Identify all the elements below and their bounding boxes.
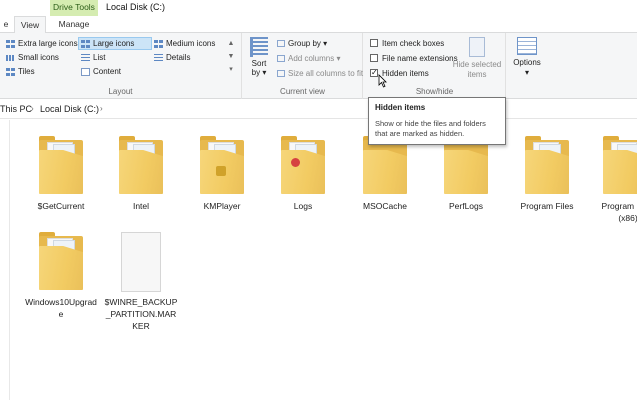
item-label: MSOCache [363,201,407,211]
file-item[interactable]: $WINRE_BACKUP_PARTITION.MARKER [104,232,178,332]
folder-icon [198,136,246,196]
tooltip-title: Hidden items [375,103,426,112]
address-bar[interactable]: This PC › Local Disk (C:) › [0,99,637,119]
options-group: Options ▾ [507,33,547,99]
add-columns-icon [277,55,285,62]
scroll-up-icon[interactable]: ▲ [226,37,236,50]
medium-icons-option[interactable]: Medium icons [152,38,215,51]
extra-large-icons-icon [6,40,15,48]
details-icon [154,54,163,62]
title-bar: Drive Tools Local Disk (C:) [0,0,637,16]
file-icon [117,232,165,292]
file-name-extensions-checkbox[interactable] [370,54,378,62]
options-button[interactable]: Options ▾ [511,37,543,78]
file-name-extensions-toggle[interactable]: File name extensions [370,52,458,66]
item-label: Program Files [520,201,574,211]
tiles-icon [6,68,15,76]
item-label: $GetCurrent [37,201,85,211]
medium-icons-icon [154,40,163,48]
list-option[interactable]: List [79,52,105,65]
breadcrumb-this-pc[interactable]: This PC [0,99,32,119]
folder-item[interactable]: Logs [266,136,340,212]
folder-item[interactable]: KMPlayer [185,136,259,212]
options-icon [517,37,537,55]
layout-group-label: Layout [108,87,133,96]
breadcrumb-chevron-icon[interactable]: › [100,99,103,119]
expand-icon[interactable]: ▾ [226,63,236,76]
folder-item[interactable]: $GetCurrent [24,136,98,212]
tab-manage[interactable]: Manage [50,16,98,33]
folder-icon [601,136,637,196]
show-hide-group: Item check boxes File name extensions ✓ … [364,33,506,99]
hide-selected-icon [469,37,485,57]
current-view-group-label: Current view [280,87,325,96]
current-view-group: Sort by ▾ Group by ▾ Add columns ▾ Size … [243,33,363,99]
folder-item[interactable]: PerfLogs [429,136,503,212]
tab-share-partial[interactable]: e [0,16,12,33]
ribbon: Extra large icons Large icons Medium ico… [0,33,637,99]
size-columns-icon [277,70,285,77]
content-icon [81,68,90,76]
item-label: KMPlayer [203,201,241,211]
size-all-columns-button[interactable]: Size all columns to fit [276,67,363,81]
item-check-boxes-toggle[interactable]: Item check boxes [370,37,444,51]
item-label: $WINRE_BACKUP_PARTITION.MARKER [104,297,178,331]
folder-item[interactable]: Windows10Upgrade [24,232,98,320]
tooltip-body: Show or hide the files and folders that … [375,119,486,138]
kmplayer-badge-icon [216,166,226,176]
folder-item[interactable]: MSOCache [348,136,422,212]
show-hide-group-label: Show/hide [415,87,454,96]
add-columns-button[interactable]: Add columns ▾ [276,52,341,66]
hidden-items-checkbox[interactable]: ✓ [370,69,378,77]
breadcrumb-local-disk[interactable]: Local Disk (C:) [40,99,99,119]
folder-icon [37,136,85,196]
folder-icon [117,136,165,196]
folder-icon [37,232,85,292]
item-check-boxes-checkbox[interactable] [370,39,378,47]
item-label: Program Files (x86) [601,201,637,223]
hide-selected-items-button[interactable]: Hide selected items [452,37,502,80]
ribbon-tabs: e View Manage [0,16,637,34]
list-icon [81,54,90,62]
folder-item[interactable]: Intel [104,136,178,212]
window-title: Local Disk (C:) [106,2,166,12]
extra-large-icons-option[interactable]: Extra large icons [4,38,78,51]
layout-group: Extra large icons Large icons Medium ico… [0,33,242,99]
large-icons-option[interactable]: Large icons [78,37,152,50]
folder-icon [361,136,409,196]
details-option[interactable]: Details [152,52,190,65]
item-label: Logs [293,201,313,211]
folder-item[interactable]: Program Files [510,136,584,212]
drive-tools-context-tab: Drive Tools [50,0,98,16]
small-icons-option[interactable]: Small icons [4,52,59,65]
folder-item[interactable]: Program Files (x86) [591,136,637,224]
content-option[interactable]: Content [79,66,121,79]
mouse-cursor-icon [378,74,387,88]
tiles-option[interactable]: Tiles [4,66,35,79]
folder-icon [442,136,490,196]
group-by-button[interactable]: Group by ▾ [276,37,327,51]
item-label: Intel [132,201,150,211]
breadcrumb-chevron-icon[interactable]: › [31,99,34,119]
folder-icon [523,136,571,196]
folder-icon [279,136,327,196]
tab-view[interactable]: View [14,16,46,34]
layout-scroll[interactable]: ▲ ▼ ▾ [226,37,236,81]
scroll-down-icon[interactable]: ▼ [226,50,236,63]
sort-icon [250,37,268,57]
small-icons-icon [6,55,15,61]
navigation-pane[interactable] [0,120,10,400]
sort-by-button[interactable]: Sort by ▾ [248,37,270,83]
hidden-items-tooltip: Hidden items Show or hide the files and … [368,97,506,145]
item-label: Windows10Upgrade [25,297,97,319]
logs-badge-icon [291,158,300,167]
item-label: PerfLogs [448,201,484,211]
group-by-icon [277,40,285,47]
large-icons-icon [81,40,90,48]
